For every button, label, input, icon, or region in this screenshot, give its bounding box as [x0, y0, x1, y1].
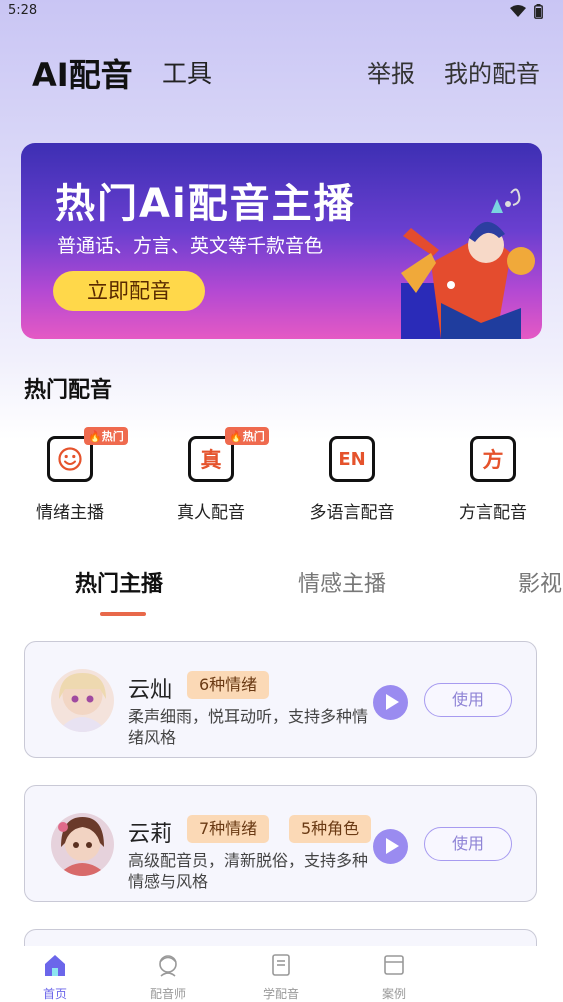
hot-badge: 🔥热门 [84, 427, 128, 445]
dub-now-button[interactable]: 立即配音 [53, 271, 205, 311]
smiley-icon: 🔥热门 [47, 427, 128, 482]
hot-section-title: 热门配音 [24, 378, 113, 403]
category-real-voice[interactable]: 真 🔥热门 真人配音 [141, 427, 281, 523]
tab-emotion-anchors[interactable]: 情感主播 [298, 566, 386, 598]
zhen-icon: 真 🔥热门 [188, 427, 269, 482]
en-icon: EN [329, 436, 375, 482]
case-icon [384, 955, 404, 975]
my-dubbing-link[interactable]: 我的配音 [444, 54, 540, 89]
tab-indicator [100, 612, 146, 616]
nav-voice-actor[interactable]: 配音师 [128, 952, 208, 1002]
category-multilingual[interactable]: EN 多语言配音 [282, 436, 422, 523]
status-bar: 5:28 [0, 0, 563, 26]
bottom-navigation: 首页 配音师 学配音 案例 [0, 946, 563, 1002]
nav-label: 案例 [381, 987, 406, 1001]
banner-title: 热门Ai配音主播 [55, 181, 356, 227]
category-emotion-anchor[interactable]: 🔥热门 情绪主播 [0, 427, 140, 523]
anchor-card[interactable]: 云莉 7种情绪 5种角色 高级配音员，清新脱俗，支持多种情感与风格 使用 [24, 785, 537, 902]
emotion-count-tag: 7种情绪 [187, 815, 270, 843]
fang-icon: 方 [470, 436, 516, 482]
home-icon [45, 955, 65, 976]
nav-learn[interactable]: 学配音 [241, 952, 321, 1002]
avatar [51, 813, 114, 876]
role-count-tag: 5种角色 [289, 815, 372, 843]
anchor-card[interactable]: 云灿 6种情绪 柔声细雨，悦耳动听，支持多种情绪风格 使用 [24, 641, 537, 758]
musician-illustration [401, 188, 535, 339]
hot-badge: 🔥热门 [225, 427, 269, 445]
tab-hot-anchors[interactable]: 热门主播 [75, 566, 163, 598]
anchor-name: 云灿 [128, 678, 173, 703]
category-label: 真人配音 [177, 503, 245, 523]
use-button[interactable]: 使用 [424, 827, 512, 861]
top-header: AI配音 工具 举报 我的配音 [0, 40, 563, 100]
play-icon[interactable] [373, 685, 408, 720]
anchor-tabs: 热门主播 情感主播 影视 [0, 566, 563, 622]
learn-icon [272, 954, 290, 976]
anchor-description: 柔声细雨，悦耳动听，支持多种情绪风格 [128, 707, 369, 747]
category-label: 方言配音 [459, 503, 527, 523]
fang-icon-text: 方 [482, 448, 504, 472]
status-time: 5:28 [8, 3, 38, 18]
report-link[interactable]: 举报 [367, 54, 415, 89]
emotion-count-tag: 6种情绪 [187, 671, 270, 699]
wifi-icon [510, 5, 526, 17]
app-title: AI配音 [32, 56, 133, 94]
anchor-description: 高级配音员，清新脱俗，支持多种情感与风格 [128, 851, 369, 891]
banner-subtitle: 普通话、方言、英文等千款音色 [57, 235, 324, 257]
category-dialect[interactable]: 方 方言配音 [423, 436, 563, 523]
category-label: 情绪主播 [36, 503, 104, 523]
en-icon-text: EN [338, 448, 366, 470]
category-label: 多语言配音 [309, 503, 395, 523]
nav-label: 学配音 [262, 987, 299, 1001]
voice-actor-icon [159, 955, 177, 977]
nav-home[interactable]: 首页 [15, 952, 95, 1002]
zhen-icon-text: 真 [200, 448, 222, 472]
avatar [51, 669, 114, 732]
status-icons [510, 4, 543, 19]
anchor-name: 云莉 [128, 822, 173, 847]
promo-banner[interactable]: 热门Ai配音主播 普通话、方言、英文等千款音色 立即配音 [21, 143, 542, 339]
nav-cases[interactable]: 案例 [354, 952, 434, 1002]
nav-label: 配音师 [149, 987, 186, 1001]
battery-icon [534, 4, 543, 19]
nav-label: 首页 [42, 987, 67, 1001]
use-button[interactable]: 使用 [424, 683, 512, 717]
tab-film[interactable]: 影视 [518, 566, 562, 598]
play-icon[interactable] [373, 829, 408, 864]
tools-link[interactable]: 工具 [162, 54, 212, 90]
